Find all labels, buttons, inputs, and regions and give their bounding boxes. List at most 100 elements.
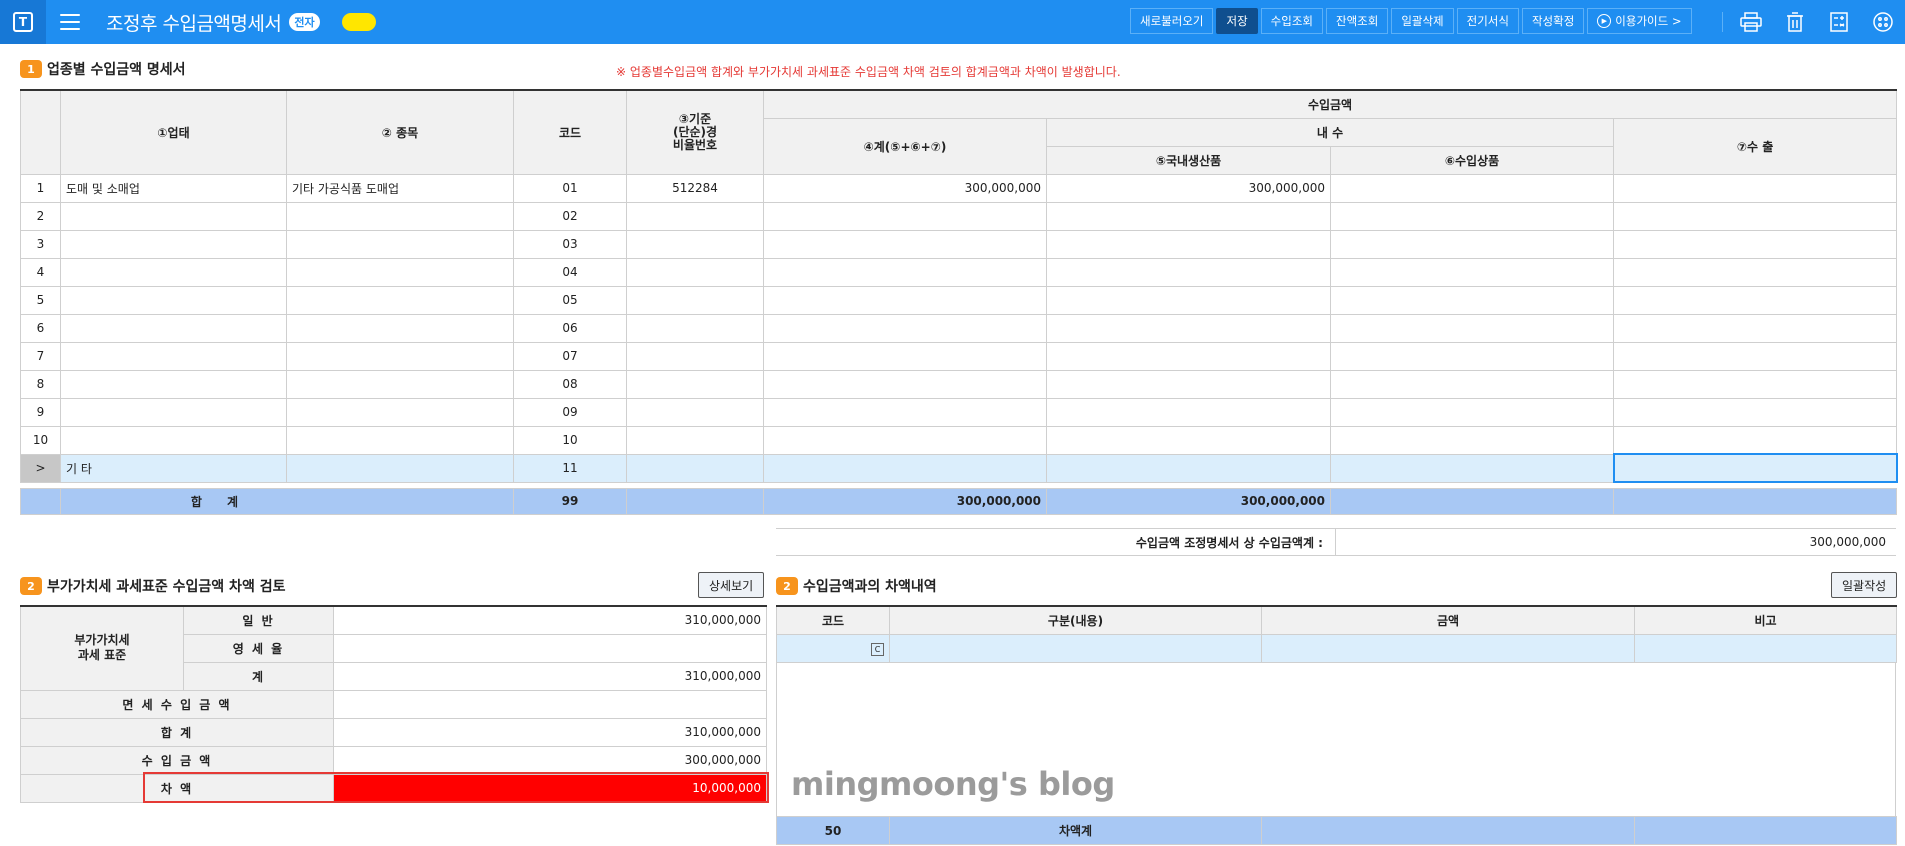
- table-row[interactable]: 6 06: [20, 313, 1898, 343]
- cell-import[interactable]: [1330, 257, 1614, 287]
- save-button[interactable]: 저장: [1216, 8, 1258, 34]
- bulk-delete-button[interactable]: 일괄삭제: [1391, 8, 1454, 34]
- table-row[interactable]: 3 03: [20, 229, 1898, 259]
- cell-rate[interactable]: [626, 229, 764, 259]
- user-guide-button[interactable]: ▶ 이용가이드 >: [1587, 8, 1692, 34]
- cell-export[interactable]: [1612, 453, 1898, 483]
- previous-form-button[interactable]: 전기서식: [1456, 8, 1519, 34]
- mode-toggle[interactable]: [341, 13, 376, 31]
- cell-import[interactable]: [1330, 369, 1614, 399]
- cell-total[interactable]: [763, 425, 1047, 455]
- cell-export[interactable]: [1612, 201, 1898, 231]
- cell-total[interactable]: [763, 229, 1047, 259]
- cell-business-type[interactable]: [60, 201, 287, 231]
- cell-local[interactable]: [1046, 369, 1331, 399]
- cell-business-type[interactable]: [60, 257, 287, 287]
- cell-business-type[interactable]: [60, 369, 287, 399]
- cell-rate[interactable]: [626, 285, 764, 315]
- cell-export[interactable]: [1612, 397, 1898, 427]
- cell-rate[interactable]: [626, 257, 764, 287]
- table-row[interactable]: 7 07: [20, 341, 1898, 371]
- cell-export[interactable]: [1612, 229, 1898, 259]
- cell-item[interactable]: [286, 313, 514, 343]
- cell-item[interactable]: [286, 341, 514, 371]
- calculator-icon[interactable]: [1817, 0, 1861, 44]
- cell-total[interactable]: [763, 397, 1047, 427]
- row-selector-icon[interactable]: >: [20, 453, 61, 483]
- balance-lookup-button[interactable]: 잔액조회: [1325, 8, 1389, 34]
- cell-business-type[interactable]: [60, 341, 287, 371]
- cell-detail-note[interactable]: [1634, 633, 1897, 663]
- table-row[interactable]: 1 도매 및 소매업 기타 가공식품 도매업 01 512284 300,000,000 3…: [20, 173, 1898, 203]
- cell-export[interactable]: [1612, 369, 1898, 399]
- cell-local[interactable]: [1046, 313, 1331, 343]
- table-row[interactable]: 10 10: [20, 425, 1898, 455]
- table-row[interactable]: 4 04: [20, 257, 1898, 287]
- cell-rate[interactable]: [626, 369, 764, 399]
- cell-local[interactable]: [1046, 341, 1331, 371]
- cell-total[interactable]: [763, 341, 1047, 371]
- cell-import[interactable]: [1330, 453, 1614, 483]
- confirm-button[interactable]: 작성확정: [1521, 8, 1585, 34]
- cell-business-type[interactable]: 도매 및 소매업: [60, 173, 287, 203]
- table-row[interactable]: 8 08: [20, 369, 1898, 399]
- table-row[interactable]: 9 09: [20, 397, 1898, 427]
- cell-total[interactable]: [763, 201, 1047, 231]
- detail-view-button[interactable]: 상세보기: [698, 572, 765, 598]
- cell-local[interactable]: [1046, 285, 1331, 315]
- cell-export[interactable]: [1612, 341, 1898, 371]
- cell-total[interactable]: [763, 285, 1047, 315]
- cell-export[interactable]: [1612, 257, 1898, 287]
- cell-item[interactable]: [286, 257, 514, 287]
- cell-import[interactable]: [1330, 313, 1614, 343]
- cell-detail-category[interactable]: [889, 633, 1262, 663]
- cell-total[interactable]: [763, 369, 1047, 399]
- cell-item[interactable]: [286, 201, 514, 231]
- batch-create-button[interactable]: 일괄작성: [1831, 572, 1898, 598]
- cell-rate[interactable]: [626, 341, 764, 371]
- cell-import[interactable]: [1330, 229, 1614, 259]
- cell-export[interactable]: [1612, 425, 1898, 455]
- print-icon[interactable]: [1729, 0, 1773, 44]
- zero-rate-value[interactable]: [333, 633, 767, 663]
- cell-business-type[interactable]: [60, 229, 287, 259]
- reload-button[interactable]: 새로불러오기: [1130, 8, 1214, 34]
- cell-local[interactable]: [1046, 257, 1331, 287]
- cell-business-type[interactable]: 기 타: [60, 453, 287, 483]
- cell-import[interactable]: [1330, 397, 1614, 427]
- cell-item[interactable]: [286, 369, 514, 399]
- cell-item[interactable]: [286, 229, 514, 259]
- cell-local[interactable]: [1046, 425, 1331, 455]
- cell-local[interactable]: [1046, 397, 1331, 427]
- cell-import[interactable]: [1330, 341, 1614, 371]
- cell-rate[interactable]: [626, 453, 764, 483]
- cell-rate[interactable]: 512284: [626, 173, 764, 203]
- table-row[interactable]: 2 02: [20, 201, 1898, 231]
- cell-item[interactable]: [286, 285, 514, 315]
- cell-export[interactable]: [1612, 313, 1898, 343]
- cell-business-type[interactable]: [60, 313, 287, 343]
- cell-total[interactable]: [763, 453, 1047, 483]
- table-row[interactable]: 5 05: [20, 285, 1898, 315]
- cell-detail-amount[interactable]: [1261, 633, 1635, 663]
- income-lookup-button[interactable]: 수입조회: [1260, 8, 1323, 34]
- cell-rate[interactable]: [626, 397, 764, 427]
- cell-total[interactable]: [763, 257, 1047, 287]
- exempt-income-value[interactable]: [333, 689, 767, 719]
- app-grid-icon[interactable]: [1861, 0, 1905, 44]
- cell-total[interactable]: [763, 313, 1047, 343]
- code-lookup-icon[interactable]: C: [871, 642, 884, 656]
- cell-rate[interactable]: [626, 425, 764, 455]
- general-value[interactable]: 310,000,000: [333, 605, 767, 635]
- trash-icon[interactable]: [1773, 0, 1817, 44]
- cell-rate[interactable]: [626, 201, 764, 231]
- cell-import[interactable]: [1330, 285, 1614, 315]
- cell-item[interactable]: [286, 397, 514, 427]
- cell-item[interactable]: [286, 425, 514, 455]
- table-row-etc[interactable]: > 기 타 11: [20, 453, 1898, 483]
- cell-rate[interactable]: [626, 313, 764, 343]
- cell-item[interactable]: [286, 453, 514, 483]
- cell-business-type[interactable]: [60, 397, 287, 427]
- cell-detail-code[interactable]: C: [776, 633, 890, 663]
- cell-local[interactable]: [1046, 453, 1331, 483]
